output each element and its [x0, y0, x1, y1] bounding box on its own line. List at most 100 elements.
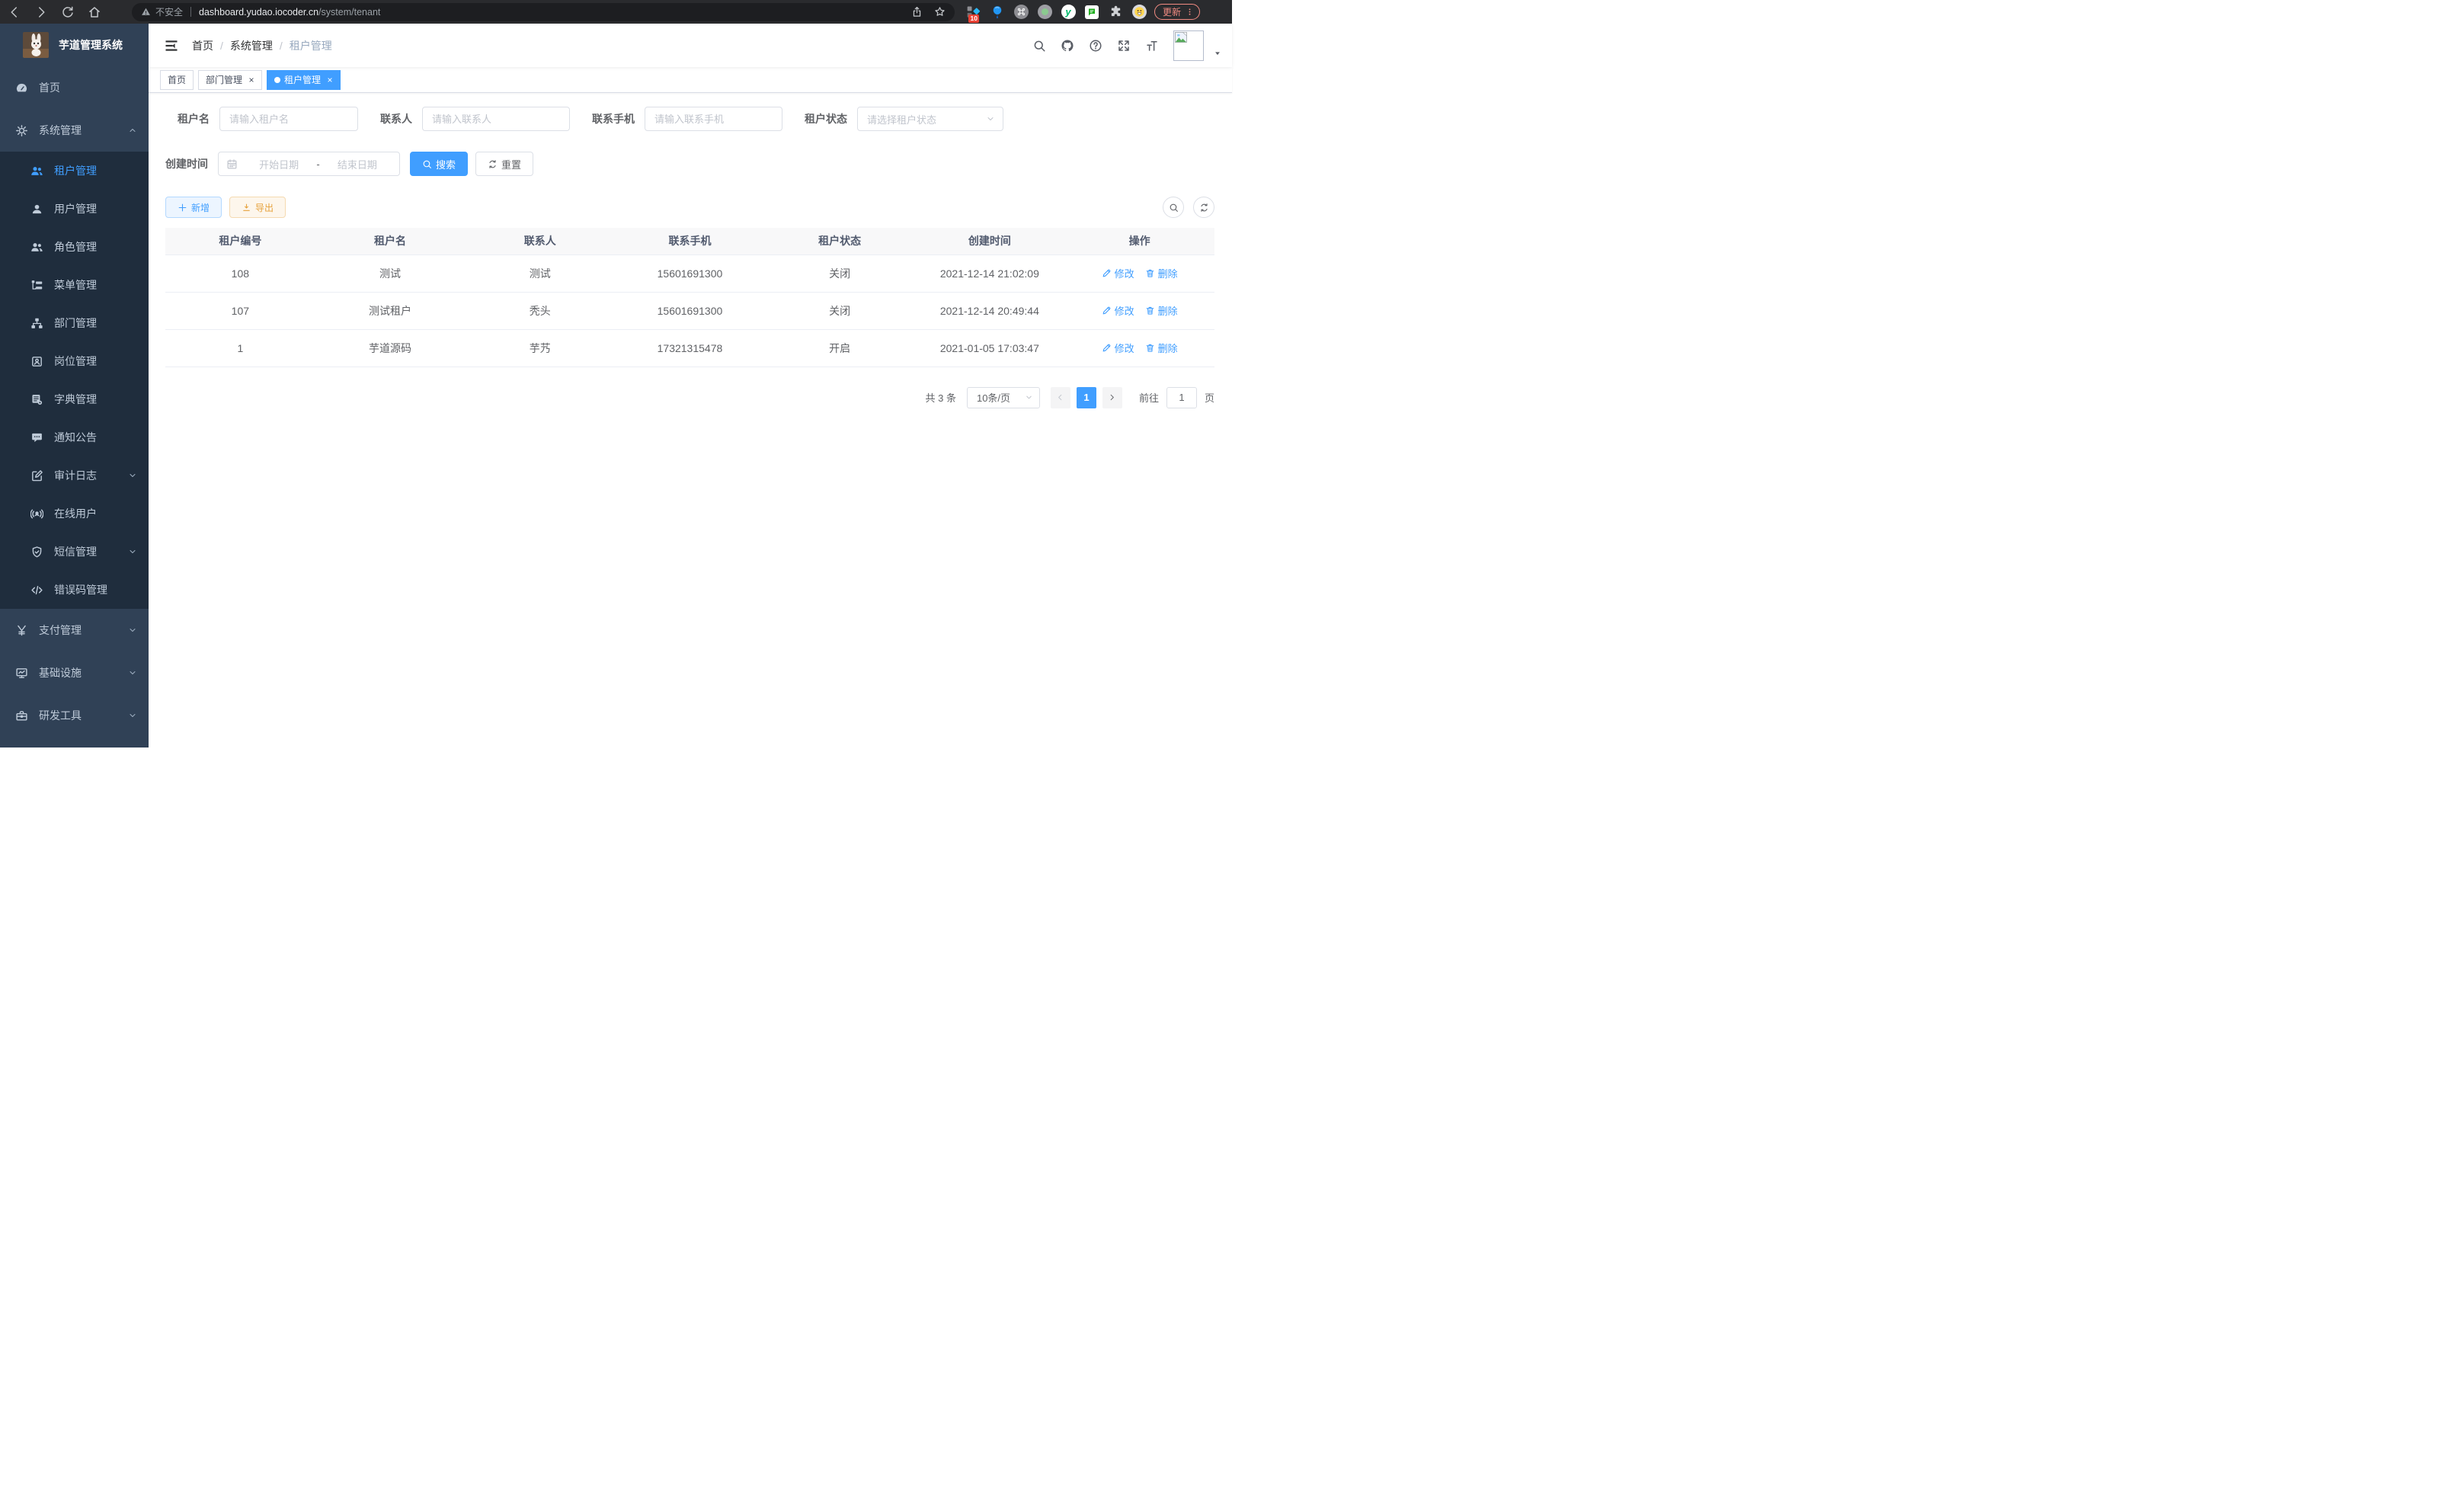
help-icon[interactable] — [1089, 39, 1102, 53]
tenant-name-input[interactable] — [219, 107, 358, 131]
extension-adblock-icon[interactable]: 10 — [966, 5, 981, 20]
delete-label: 删除 — [1158, 341, 1178, 355]
search-icon — [422, 159, 432, 169]
cell-contact: 测试 — [465, 255, 615, 292]
cell-created: 2021-12-14 20:49:44 — [915, 292, 1065, 329]
sidebar-item-role-mgmt[interactable]: 角色管理 — [0, 228, 149, 266]
sidebar-item-label: 首页 — [39, 80, 60, 95]
table-row[interactable]: 107 测试租户 秃头 15601691300 关闭 2021-12-14 20… — [165, 292, 1214, 329]
add-button[interactable]: 新增 — [165, 197, 222, 218]
column-header: 联系手机 — [615, 228, 765, 255]
sidebar-item-dept-mgmt[interactable]: 部门管理 — [0, 304, 149, 342]
reset-button[interactable]: 重置 — [475, 152, 533, 176]
code-icon — [30, 584, 43, 597]
extension-chat-icon[interactable] — [1084, 5, 1099, 20]
tab-dept-mgmt[interactable]: 部门管理× — [198, 70, 262, 90]
header-search-icon[interactable] — [1032, 39, 1046, 53]
date-range-picker[interactable]: 开始日期 - 结束日期 — [218, 152, 400, 176]
refresh-table-button[interactable] — [1193, 197, 1214, 218]
delete-link[interactable]: 删除 — [1145, 303, 1178, 318]
sidebar-item-pay-mgmt[interactable]: 支付管理 — [0, 609, 149, 651]
extension-recorder-icon[interactable] — [1037, 5, 1052, 20]
tab-label: 首页 — [168, 73, 186, 86]
field-label: 创建时间 — [165, 156, 208, 171]
delete-link[interactable]: 删除 — [1145, 266, 1178, 280]
search-icon — [1169, 203, 1179, 213]
sidebar-item-audit-log[interactable]: 审计日志 — [0, 456, 149, 495]
table-header-row: 租户编号 租户名 联系人 联系手机 租户状态 创建时间 操作 — [165, 228, 1214, 255]
contact-mobile-input[interactable] — [645, 107, 782, 131]
close-icon[interactable]: × — [325, 75, 335, 85]
chevron-down-icon[interactable] — [1214, 47, 1221, 55]
select-placeholder: 请选择租户状态 — [867, 112, 936, 126]
sidebar-item-dev-tools[interactable]: 研发工具 — [0, 694, 149, 737]
page-content: 租户名 联系人 联系手机 租户状态 请选择租户状态 — [149, 93, 1232, 748]
table-row[interactable]: 108 测试 测试 15601691300 关闭 2021-12-14 21:0… — [165, 255, 1214, 292]
show-search-button[interactable] — [1163, 197, 1184, 218]
tab-tenant-mgmt[interactable]: 租户管理× — [267, 70, 341, 90]
table-row[interactable]: 1 芋道源码 芋艿 17321315478 开启 2021-01-05 17:0… — [165, 329, 1214, 367]
breadcrumb-home[interactable]: 首页 — [192, 38, 213, 53]
close-icon[interactable]: × — [246, 75, 257, 85]
extension-balloon-icon[interactable] — [990, 5, 1005, 20]
sidebar-item-home[interactable]: 首页 — [0, 66, 149, 109]
sidebar-item-tenant-mgmt[interactable]: 租户管理 — [0, 152, 149, 190]
sidebar-item-label: 错误码管理 — [54, 582, 107, 597]
chevron-right-icon — [1108, 393, 1116, 402]
page-size-select[interactable]: 10条/页 — [967, 387, 1040, 408]
browser-reload-button[interactable] — [61, 5, 75, 19]
extension-yuque-icon[interactable]: y — [1061, 5, 1076, 20]
share-icon[interactable] — [911, 6, 923, 18]
extension-command-icon[interactable] — [1013, 5, 1029, 20]
sidebar-item-sms-mgmt[interactable]: 短信管理 — [0, 533, 149, 571]
user-avatar[interactable] — [1173, 30, 1204, 61]
chevron-down-icon — [986, 114, 995, 123]
browser-update-button[interactable]: 更新 — [1154, 4, 1200, 20]
search-button[interactable]: 搜索 — [410, 152, 468, 176]
edit-link[interactable]: 修改 — [1102, 303, 1134, 318]
goto-page-input[interactable] — [1166, 387, 1197, 408]
browser-back-button[interactable] — [8, 5, 21, 19]
prev-page-button[interactable] — [1051, 387, 1070, 408]
yen-icon — [15, 624, 28, 637]
export-button[interactable]: 导出 — [229, 197, 286, 218]
sidebar-item-online-users[interactable]: 在线用户 — [0, 495, 149, 533]
sidebar-item-post-mgmt[interactable]: 岗位管理 — [0, 342, 149, 380]
site-security-chip[interactable]: 不安全 — [141, 5, 183, 18]
sidebar-fold-icon[interactable] — [164, 38, 179, 53]
url-path: /system/tenant — [318, 7, 380, 18]
chevron-down-icon — [128, 471, 137, 480]
page-number-1[interactable]: 1 — [1077, 387, 1096, 408]
sidebar-item-system-mgmt[interactable]: 系统管理 — [0, 109, 149, 152]
cell-tenant-id: 1 — [165, 329, 315, 367]
sidebar-item-dict-mgmt[interactable]: 字典管理 — [0, 380, 149, 418]
contact-name-input[interactable] — [422, 107, 570, 131]
cell-status: 关闭 — [765, 292, 915, 329]
browser-home-button[interactable] — [88, 5, 101, 19]
fullscreen-icon[interactable] — [1117, 39, 1131, 53]
sidebar-item-menu-mgmt[interactable]: 菜单管理 — [0, 266, 149, 304]
browser-forward-button[interactable] — [34, 5, 48, 19]
tab-home[interactable]: 首页 — [160, 70, 194, 90]
sidebar-item-infrastructure[interactable]: 基础设施 — [0, 651, 149, 694]
chevron-left-icon — [1056, 393, 1064, 402]
status-select[interactable]: 请选择租户状态 — [857, 107, 1003, 131]
font-size-icon[interactable] — [1145, 39, 1159, 53]
edit-link[interactable]: 修改 — [1102, 341, 1134, 355]
app-logo-row[interactable]: 芋道管理系统 — [0, 24, 149, 66]
sidebar-item-error-code[interactable]: 错误码管理 — [0, 571, 149, 609]
delete-link[interactable]: 删除 — [1145, 341, 1178, 355]
extensions-puzzle-icon[interactable] — [1108, 5, 1123, 20]
sidebar-item-notice[interactable]: 通知公告 — [0, 418, 149, 456]
edit-link[interactable]: 修改 — [1102, 266, 1134, 280]
address-bar[interactable]: 不安全 dashboard.yudao.iocoder.cn/system/te… — [132, 3, 955, 21]
chevron-down-icon — [128, 626, 137, 635]
github-icon[interactable] — [1061, 39, 1074, 53]
bookmark-star-icon[interactable] — [934, 6, 946, 18]
profile-avatar-icon[interactable] — [1131, 5, 1147, 20]
trash-icon — [1145, 306, 1155, 315]
breadcrumb-system[interactable]: 系统管理 — [230, 38, 273, 53]
next-page-button[interactable] — [1102, 387, 1122, 408]
sidebar-item-user-mgmt[interactable]: 用户管理 — [0, 190, 149, 228]
chevron-down-icon — [1025, 393, 1033, 402]
